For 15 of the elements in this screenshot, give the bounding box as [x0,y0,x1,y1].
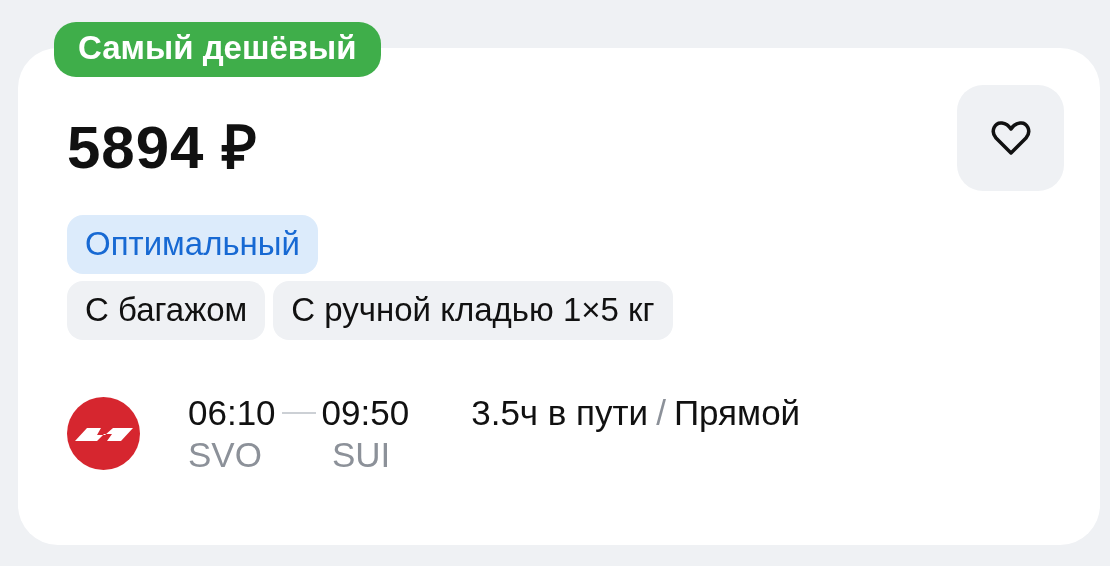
heart-icon [990,120,1031,156]
arrival-time: 09:50 [321,391,410,434]
flight-type: Прямой [673,391,801,434]
airline-logo-icon [67,397,140,471]
departure-time: 06:10 [188,391,276,434]
departure-airport: SVO [188,433,263,476]
feature-tag: С багажом [67,280,266,340]
cheapest-badge: Самый дешёвый [54,22,381,77]
feature-tag: С ручной кладью 1×5 кг [273,280,673,340]
arrival-airport: SUI [332,433,391,476]
price: 5894 ₽ [67,118,259,178]
favorite-button[interactable] [957,85,1064,191]
fare-tag: Оптимальный [67,215,318,274]
flight-duration: 3.5ч в пути [471,391,649,434]
separator: / [656,391,666,434]
